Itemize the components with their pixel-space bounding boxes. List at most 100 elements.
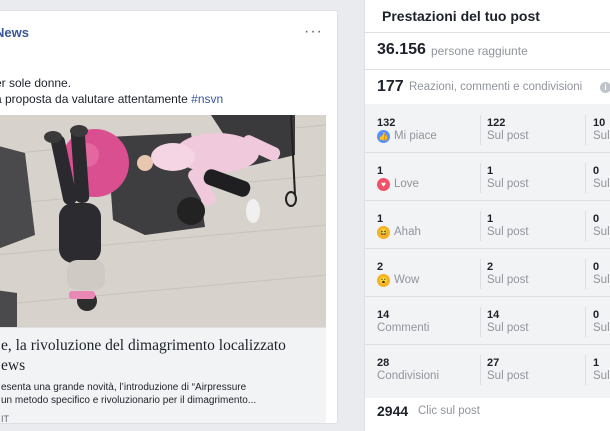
breakdown-label: Commenti <box>377 322 430 334</box>
on-post-label: Sul post <box>487 226 529 238</box>
on-post-value: 1 <box>487 213 494 225</box>
post-clicks-label: Clic sul post <box>418 405 480 417</box>
breakdown-cell: 10 Sul <box>593 105 610 153</box>
info-icon[interactable]: i <box>600 82 610 93</box>
breakdown-cell: 1 Sul post <box>487 153 577 201</box>
reactions-breakdown-grid: 132 👍 Mi piace 122 Sul post 10 Sul 1 ♥ Love 1 Sul p… <box>365 104 610 398</box>
reactions-value: 177 <box>377 78 404 95</box>
on-post-value: 14 <box>487 309 500 321</box>
breakdown-cell: 27 Sul post <box>487 345 577 393</box>
link-description-line-2: un metodo specifico e rivoluzionario per… <box>1 395 257 406</box>
divider <box>365 69 610 70</box>
on-shares-label: Sul <box>593 178 610 190</box>
column-divider <box>585 163 586 193</box>
breakdown-total: 1 <box>377 213 384 225</box>
breakdown-label: Wow <box>394 274 420 286</box>
breakdown-cell: 14 Commenti <box>377 297 477 345</box>
link-description-line-1: esenta una grande novità, l’introduzione… <box>1 382 247 393</box>
breakdown-cell: 132 👍 Mi piace <box>377 105 477 153</box>
link-description: esenta una grande novità, l’introduzione… <box>1 381 256 407</box>
post-text: er sole donne. a proposta da valutare at… <box>0 75 223 107</box>
breakdown-cell: 1 Sul <box>593 345 610 393</box>
link-title-line-1: e, la rivoluzione del dimagrimento local… <box>1 337 286 354</box>
breakdown-cell: 1 ♥ Love <box>377 153 477 201</box>
breakdown-cell: 0 Sul <box>593 153 610 201</box>
breakdown-cell: 0 Sul <box>593 249 610 297</box>
on-post-label: Sul post <box>487 370 529 382</box>
on-shares-value: 10 <box>593 117 606 129</box>
on-post-value: 122 <box>487 117 506 129</box>
on-post-label: Sul post <box>487 274 529 286</box>
reactions-label: Reazioni, commenti e condivisioni <box>409 81 583 93</box>
breakdown-cell: 28 Condivisioni <box>377 345 477 393</box>
more-options-button[interactable]: ··· <box>304 23 323 41</box>
on-post-value: 27 <box>487 357 500 369</box>
link-title-line-2: ews <box>1 357 26 374</box>
column-divider <box>480 115 481 145</box>
on-post-label: Sul post <box>487 322 529 334</box>
post-clicks-value: 2944 <box>377 403 409 419</box>
on-post-label: Sul post <box>487 178 529 190</box>
link-title[interactable]: e, la rivoluzione del dimagrimento local… <box>1 336 286 376</box>
column-divider <box>585 211 586 241</box>
on-shares-label: Sul <box>593 274 610 286</box>
breakdown-label: Condivisioni <box>377 370 440 382</box>
column-divider <box>585 307 586 337</box>
on-post-value: 1 <box>487 165 494 177</box>
breakdown-total: 2 <box>377 261 384 273</box>
reach-label: persone raggiunte <box>431 44 528 58</box>
like-icon: 👍 <box>377 130 390 143</box>
post-photo-illustration <box>0 115 326 327</box>
breakdown-cell: 0 Sul <box>593 297 610 345</box>
column-divider <box>585 259 586 289</box>
breakdown-label: Love <box>394 178 419 190</box>
on-post-value: 2 <box>487 261 494 273</box>
column-divider <box>480 211 481 241</box>
on-shares-value: 0 <box>593 261 600 273</box>
row-divider <box>365 152 610 153</box>
breakdown-cell: 122 Sul post <box>487 105 577 153</box>
breakdown-cell: 1 😆 Ahah <box>377 201 477 249</box>
row-divider <box>365 248 610 249</box>
on-shares-label: Sul <box>593 130 610 142</box>
on-shares-value: 0 <box>593 213 600 225</box>
post-card: News · ··· er sole donne. a proposta da … <box>0 10 338 424</box>
on-shares-label: Sul <box>593 370 610 382</box>
divider <box>365 32 610 33</box>
on-shares-value: 0 <box>593 165 600 177</box>
column-divider <box>480 163 481 193</box>
post-text-line-2-body: a proposta da valutare attentamente <box>0 92 188 106</box>
breakdown-cell: 14 Sul post <box>487 297 577 345</box>
row-divider <box>365 200 610 201</box>
row-divider <box>365 344 610 345</box>
wow-icon: 😮 <box>377 274 390 287</box>
column-divider <box>480 307 481 337</box>
breakdown-label: Mi piace <box>394 130 437 142</box>
breakdown-cell: 0 Sul <box>593 201 610 249</box>
column-divider <box>480 259 481 289</box>
breakdown-cell: 2 😮 Wow <box>377 249 477 297</box>
breakdown-total: 14 <box>377 309 390 321</box>
breakdown-cell: 1 Sul post <box>487 201 577 249</box>
on-shares-value: 0 <box>593 309 600 321</box>
on-shares-value: 1 <box>593 357 600 369</box>
post-insights-panel: Prestazioni del tuo post 36.156 persone … <box>364 0 610 431</box>
on-shares-label: Sul <box>593 226 610 238</box>
column-divider <box>480 355 481 385</box>
link-domain: IT <box>1 414 9 424</box>
post-image[interactable] <box>0 115 326 327</box>
breakdown-cell: 2 Sul post <box>487 249 577 297</box>
column-divider <box>585 355 586 385</box>
haha-icon: 😆 <box>377 226 390 239</box>
link-preview[interactable]: e, la rivoluzione del dimagrimento local… <box>0 327 326 424</box>
column-divider <box>585 115 586 145</box>
breakdown-total: 1 <box>377 165 384 177</box>
breakdown-total: 28 <box>377 357 390 369</box>
breakdown-label: Ahah <box>394 226 421 238</box>
on-shares-label: Sul <box>593 322 610 334</box>
hashtag-link[interactable]: #nsvn <box>191 92 223 106</box>
panel-title: Prestazioni del tuo post <box>382 8 540 24</box>
page-name-link[interactable]: News <box>0 25 29 40</box>
on-post-label: Sul post <box>487 130 529 142</box>
breakdown-total: 132 <box>377 117 396 129</box>
